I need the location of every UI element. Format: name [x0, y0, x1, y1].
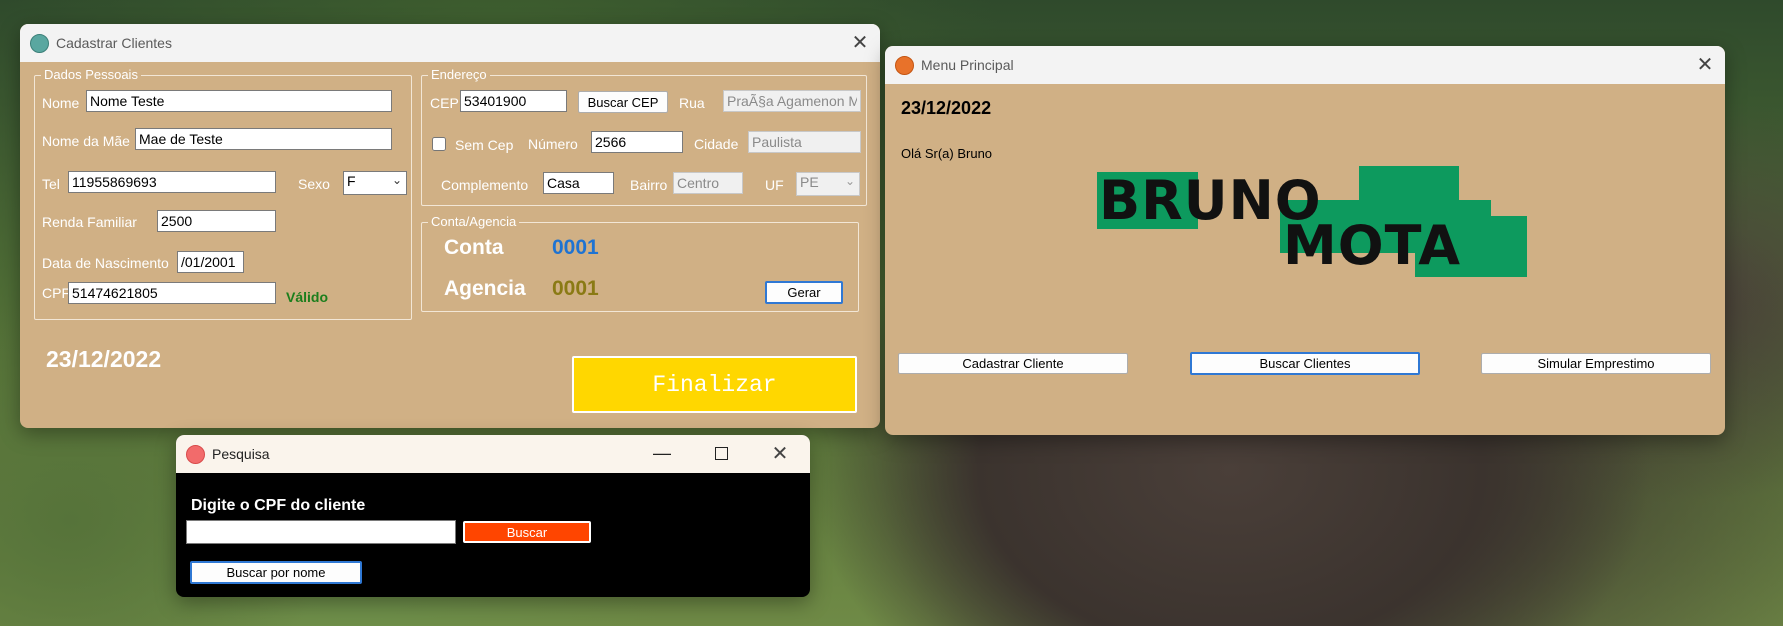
cidade-field[interactable]	[748, 131, 861, 153]
nascimento-field[interactable]	[177, 251, 244, 273]
cpf-field[interactable]	[68, 282, 276, 304]
menu-titlebar[interactable]: Menu Principal ✕	[885, 46, 1725, 84]
cep-label: CEP	[430, 95, 459, 111]
numero-label: Número	[528, 136, 578, 152]
bruno-mota-logo: BRUNO MOTA	[1097, 166, 1527, 278]
minimize-icon[interactable]: —	[653, 443, 671, 464]
cpf-search-input[interactable]	[186, 520, 456, 544]
close-icon[interactable]: ✕	[1695, 55, 1715, 75]
menu-title: Menu Principal	[921, 57, 1014, 73]
cadastro-date: 23/12/2022	[46, 346, 162, 372]
pink-app-icon	[186, 444, 205, 464]
greeting-text: Olá Sr(a) Bruno	[901, 146, 993, 161]
conta-agencia-legend: Conta/Agencia	[428, 214, 520, 229]
agencia-value: 0001	[552, 277, 599, 300]
cadastrar-clientes-window: Cadastrar Clientes ✕ Dados Pessoais Nome…	[20, 24, 880, 428]
endereco-legend: Endereço	[428, 67, 490, 82]
logo-block	[1359, 166, 1459, 203]
uf-value: PE	[800, 174, 819, 190]
buscar-por-nome-button[interactable]: Buscar por nome	[190, 561, 362, 584]
cadastro-titlebar[interactable]: Cadastrar Clientes ✕	[20, 24, 880, 62]
cadastrar-cliente-button[interactable]: Cadastrar Cliente	[898, 353, 1128, 374]
nome-label: Nome	[42, 95, 80, 111]
tel-field[interactable]	[68, 171, 276, 193]
cpf-label: CPF	[42, 285, 68, 301]
rua-field[interactable]	[723, 90, 861, 112]
simular-emprestimo-button[interactable]: Simular Emprestimo	[1481, 353, 1711, 374]
close-icon[interactable]: ✕	[770, 444, 790, 464]
tel-label: Tel	[42, 176, 60, 192]
pesquisa-window: Pesquisa — ✕ Digite o CPF do cliente Bus…	[176, 435, 810, 597]
buscar-cep-button[interactable]: Buscar CEP	[578, 91, 668, 113]
chevron-down-icon[interactable]: ⌄	[392, 173, 402, 187]
logo-text-mota: MOTA	[1283, 214, 1462, 277]
bairro-field[interactable]	[673, 172, 743, 194]
conta-value: 0001	[552, 236, 599, 259]
nome-field[interactable]	[86, 90, 392, 112]
sexo-label: Sexo	[298, 176, 330, 192]
uf-label: UF	[765, 177, 784, 193]
cpf-prompt: Digite o CPF do cliente	[191, 497, 366, 514]
conta-label: Conta	[444, 236, 504, 259]
form-app-icon	[30, 33, 49, 53]
orange-app-icon	[895, 55, 914, 75]
close-icon[interactable]: ✕	[850, 33, 870, 53]
numero-field[interactable]	[591, 131, 683, 153]
sem-cep-checkbox[interactable]	[432, 137, 446, 151]
bairro-label: Bairro	[630, 177, 668, 193]
cep-field[interactable]	[460, 90, 567, 112]
menu-date: 23/12/2022	[901, 98, 992, 118]
sem-cep-label: Sem Cep	[455, 137, 514, 153]
complemento-field[interactable]	[543, 172, 614, 194]
uf-select[interactable]: PE ⌄	[796, 172, 860, 196]
sexo-select[interactable]: F ⌄	[343, 171, 407, 195]
rua-label: Rua	[679, 95, 705, 111]
menu-principal-window: Menu Principal ✕ 23/12/2022 Olá Sr(a) Br…	[885, 46, 1725, 435]
agencia-label: Agencia	[444, 277, 526, 300]
nascimento-label: Data de Nascimento	[42, 255, 169, 271]
renda-label: Renda Familiar	[42, 214, 137, 230]
pesquisa-titlebar[interactable]: Pesquisa — ✕	[176, 435, 810, 473]
finalizar-button[interactable]: Finalizar	[572, 356, 857, 413]
pesquisa-title: Pesquisa	[212, 446, 270, 462]
cpf-status: Válido	[286, 289, 329, 305]
complemento-label: Complemento	[441, 177, 529, 193]
cidade-label: Cidade	[694, 136, 739, 152]
nome-mae-field[interactable]	[135, 128, 392, 150]
renda-field[interactable]	[157, 210, 276, 232]
dados-pessoais-legend: Dados Pessoais	[41, 67, 141, 82]
maximize-icon[interactable]	[715, 447, 728, 460]
buscar-clientes-button[interactable]: Buscar Clientes	[1190, 352, 1420, 375]
gerar-button[interactable]: Gerar	[765, 281, 843, 304]
sexo-value: F	[347, 173, 356, 189]
chevron-down-icon[interactable]: ⌄	[845, 174, 855, 188]
buscar-button[interactable]: Buscar	[463, 521, 591, 543]
nome-mae-label: Nome da Mãe	[42, 133, 130, 149]
cadastro-title: Cadastrar Clientes	[56, 35, 172, 51]
